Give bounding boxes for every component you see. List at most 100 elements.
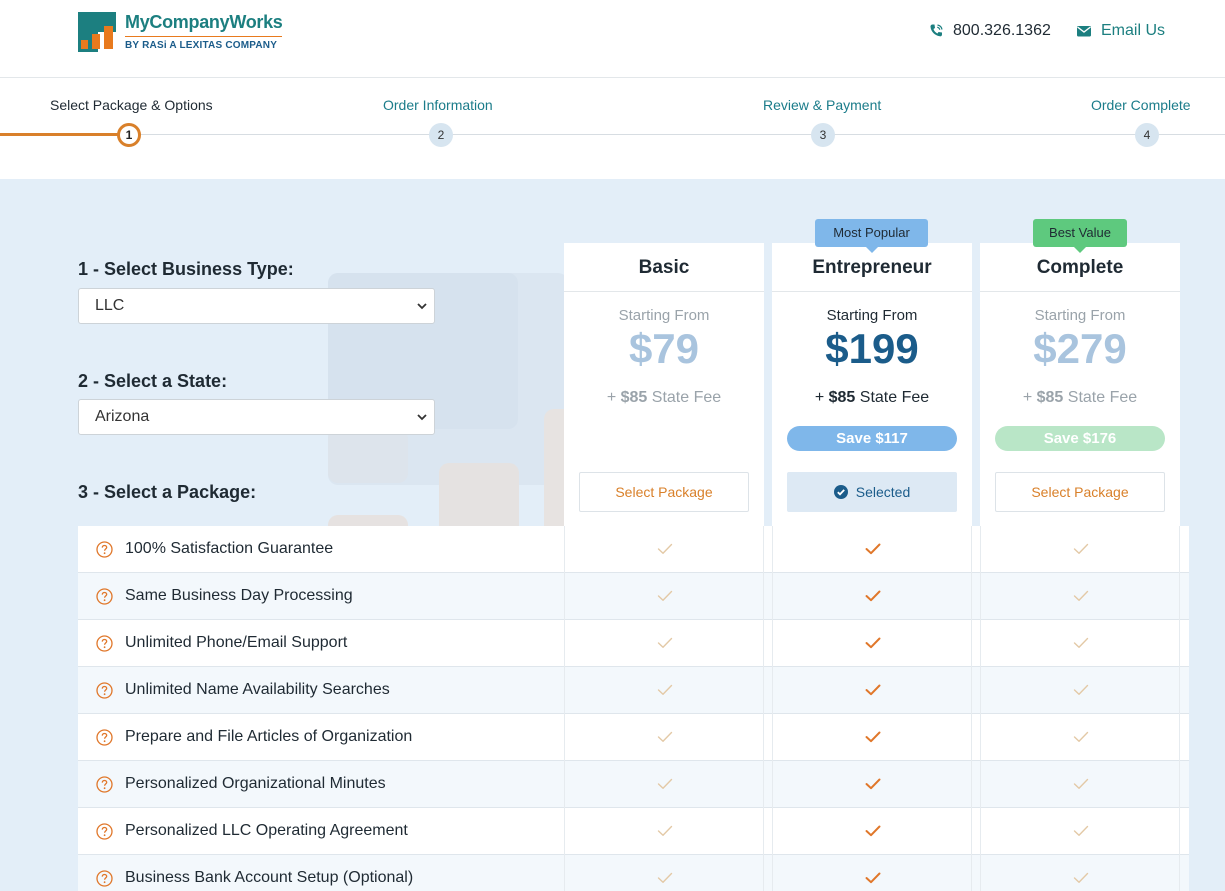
question-circle-icon[interactable] — [96, 776, 113, 793]
feature-label: Personalized Organizational Minutes — [125, 775, 386, 792]
package-card-basic: Basic Starting From $79 + $85 State Fee … — [564, 243, 764, 533]
package-price: $279 — [1033, 325, 1127, 372]
step-marker-2[interactable]: 2 — [429, 123, 453, 147]
check-circle-icon — [833, 485, 848, 499]
email-us-label[interactable]: Email Us — [1101, 22, 1165, 40]
state-select[interactable]: Arizona — [78, 399, 435, 435]
package-name: Complete — [980, 243, 1180, 292]
checkmark-icon — [865, 637, 881, 649]
logo-title: MyCompanyWorks — [125, 12, 283, 32]
checkmark-icon — [865, 684, 881, 696]
step-marker-3[interactable]: 3 — [811, 123, 835, 147]
checkmark-icon — [865, 872, 881, 884]
feature-included-cell — [564, 667, 764, 714]
checkmark-icon — [1073, 778, 1089, 789]
checkmark-icon — [865, 590, 881, 602]
checkmark-icon — [1073, 590, 1089, 601]
package-card-complete: Best Value Complete Starting From $279 +… — [980, 219, 1180, 533]
package-price: $199 — [825, 325, 919, 372]
feature-included-cell — [980, 573, 1180, 620]
feature-included-cell — [980, 526, 1180, 573]
state-value: Arizona — [95, 408, 150, 425]
business-type-select[interactable]: LLC — [78, 288, 435, 324]
email-us-link[interactable]: Email Us — [1076, 20, 1165, 42]
feature-row: Unlimited Name Availability Searches — [78, 667, 1189, 714]
feature-included-cell — [564, 573, 764, 620]
package-card-entrepreneur: Most Popular Entrepreneur Starting From … — [772, 219, 972, 533]
logo-mark-icon — [78, 12, 116, 52]
step-label-4[interactable]: Order Complete — [1091, 97, 1191, 113]
logo-subtitle: BY RASi A LEXITAS COMPANY — [125, 40, 278, 51]
feature-included-cell — [564, 761, 764, 808]
select-package-button[interactable]: Select Package — [995, 472, 1165, 512]
package-selection-section: 1 - Select Business Type: LLC 2 - Select… — [0, 179, 1225, 891]
package-label: 3 - Select a Package: — [78, 482, 257, 502]
feature-row: Business Bank Account Setup (Optional) — [78, 855, 1189, 891]
background-shape — [328, 429, 408, 483]
chevron-down-icon — [417, 414, 427, 421]
step-marker-4[interactable]: 4 — [1135, 123, 1159, 147]
state-label: 2 - Select a State: — [78, 371, 228, 391]
checkmark-icon — [657, 872, 673, 883]
question-circle-icon[interactable] — [96, 635, 113, 652]
checkmark-icon — [865, 825, 881, 837]
feature-included-cell — [772, 620, 972, 667]
step-label-3[interactable]: Review & Payment — [763, 97, 881, 113]
chevron-down-icon — [417, 303, 427, 310]
package-name: Entrepreneur — [772, 243, 972, 292]
checkmark-icon — [865, 778, 881, 790]
feature-included-cell — [772, 714, 972, 761]
feature-included-cell — [772, 855, 972, 891]
feature-label: Personalized LLC Operating Agreement — [125, 822, 408, 839]
feature-label: Same Business Day Processing — [125, 587, 353, 604]
feature-label: Unlimited Phone/Email Support — [125, 634, 348, 651]
question-circle-icon[interactable] — [96, 682, 113, 699]
feature-included-cell — [564, 714, 764, 761]
checkmark-icon — [657, 637, 673, 648]
envelope-icon — [1077, 26, 1091, 37]
state-fee: + $85 State Fee — [814, 389, 930, 406]
feature-label: Prepare and File Articles of Organizatio… — [125, 728, 413, 745]
feature-included-cell — [772, 761, 972, 808]
feature-comparison-table: 100% Satisfaction Guarantee Same Business… — [78, 526, 1189, 891]
starting-from-label: Starting From — [826, 307, 918, 324]
question-circle-icon[interactable] — [96, 729, 113, 746]
checkmark-icon — [657, 731, 673, 742]
feature-included-cell — [980, 714, 1180, 761]
feature-row: Same Business Day Processing — [78, 573, 1189, 620]
feature-row: Unlimited Phone/Email Support — [78, 620, 1189, 667]
checkmark-icon — [657, 590, 673, 601]
feature-label: 100% Satisfaction Guarantee — [125, 540, 334, 557]
site-header: MyCompanyWorks BY RASi A LEXITAS COMPANY… — [0, 0, 1225, 78]
checkmark-icon — [1073, 684, 1089, 695]
question-circle-icon[interactable] — [96, 541, 113, 558]
step-label-2[interactable]: Order Information — [383, 97, 493, 113]
package-price: $79 — [628, 325, 700, 372]
question-circle-icon[interactable] — [96, 823, 113, 840]
question-circle-icon[interactable] — [96, 588, 113, 605]
question-circle-icon[interactable] — [96, 870, 113, 887]
feature-label: Unlimited Name Availability Searches — [125, 681, 390, 698]
feature-included-cell — [980, 667, 1180, 714]
feature-included-cell — [564, 808, 764, 855]
savings-badge: Save $117 — [787, 426, 957, 451]
step-label-1: Select Package & Options — [50, 97, 213, 113]
feature-included-cell — [772, 526, 972, 573]
feature-included-cell — [980, 620, 1180, 667]
feature-row: 100% Satisfaction Guarantee — [78, 526, 1189, 573]
feature-included-cell — [564, 855, 764, 891]
checkmark-icon — [1073, 637, 1089, 648]
phone-link[interactable]: 800.326.1362 — [928, 20, 1051, 42]
phone-number[interactable]: 800.326.1362 — [953, 22, 1051, 40]
selected-package-button[interactable]: Selected — [787, 472, 957, 512]
select-package-button[interactable]: Select Package — [579, 472, 749, 512]
feature-row: Personalized Organizational Minutes — [78, 761, 1189, 808]
checkmark-icon — [657, 825, 673, 836]
business-type-value: LLC — [95, 297, 125, 314]
company-logo[interactable]: MyCompanyWorks BY RASi A LEXITAS COMPANY — [78, 12, 288, 54]
checkmark-icon — [1073, 825, 1089, 836]
package-name: Basic — [564, 243, 764, 292]
checkmark-icon — [657, 543, 673, 554]
checkmark-icon — [1073, 872, 1089, 883]
starting-from-label: Starting From — [618, 307, 710, 324]
